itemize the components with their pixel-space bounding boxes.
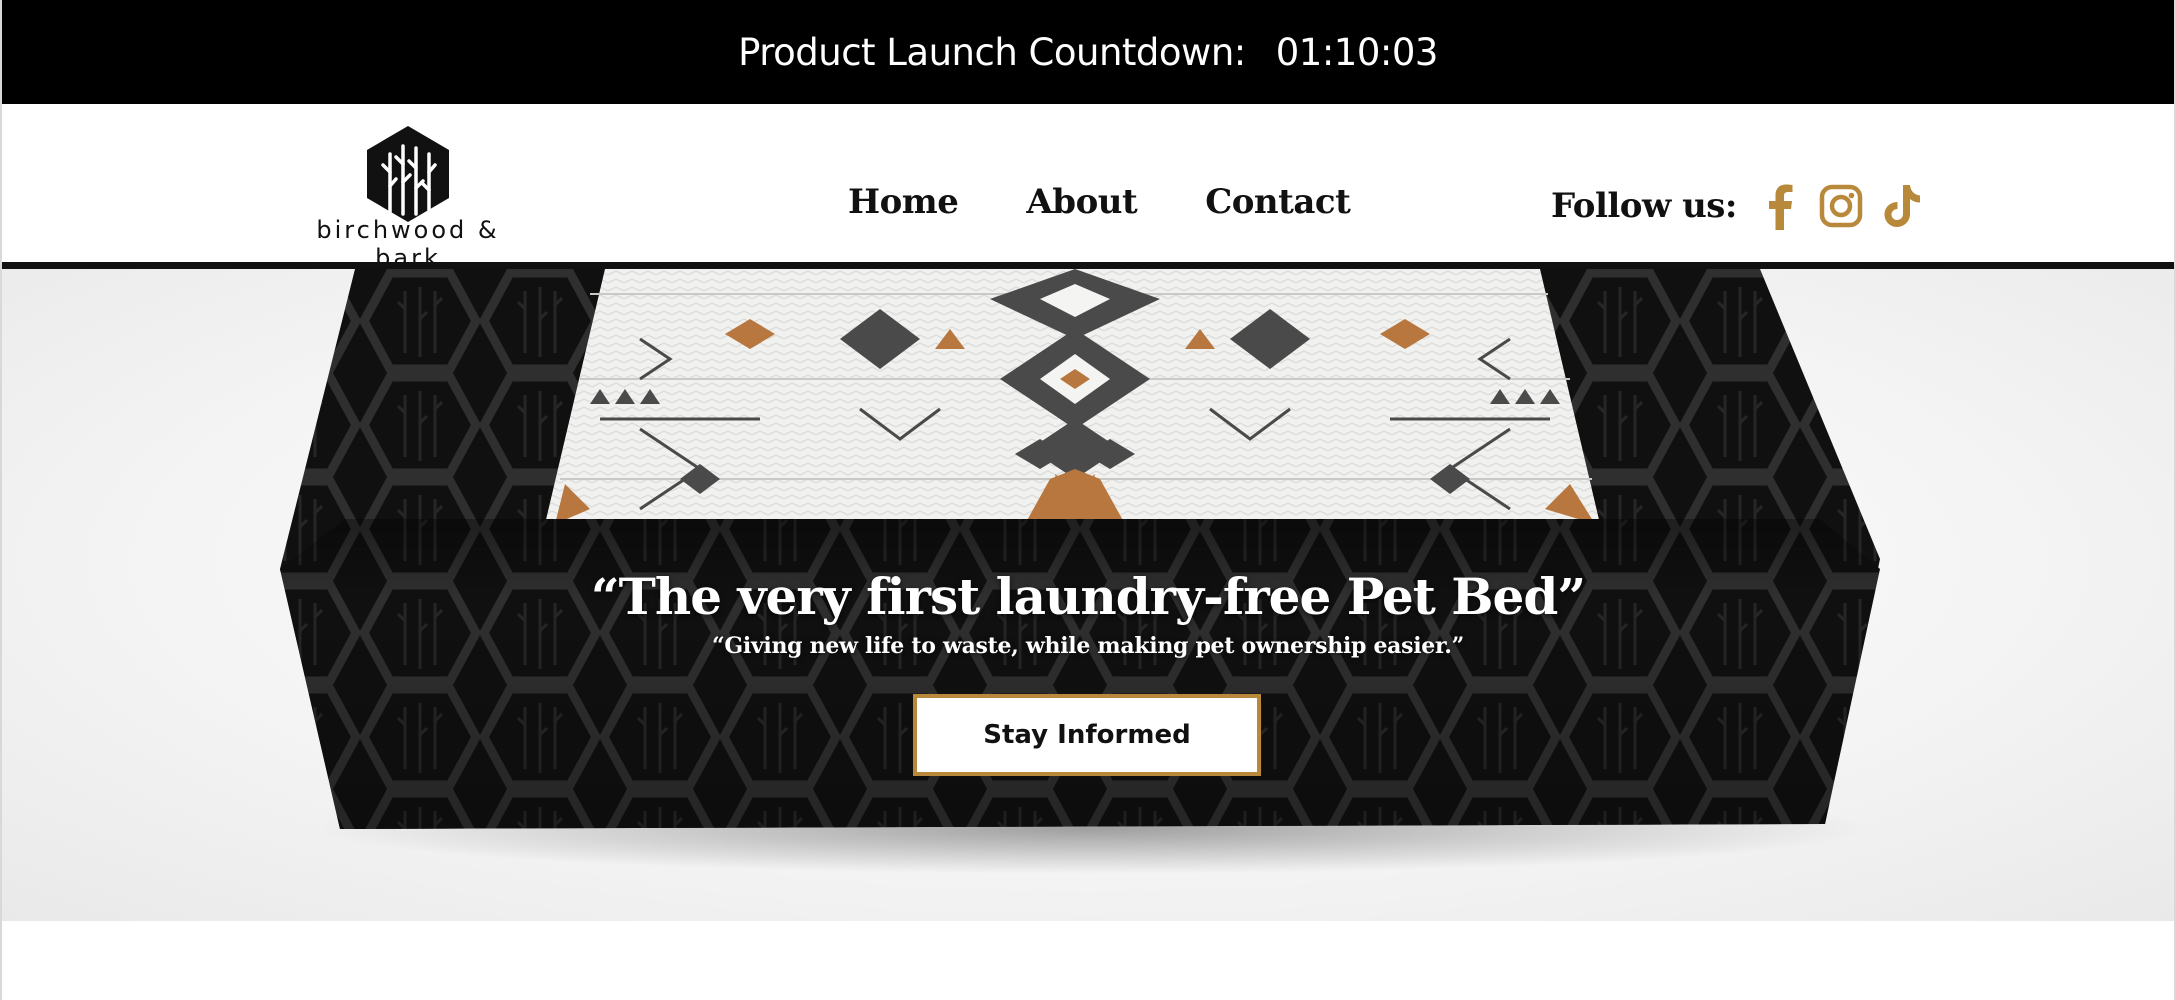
countdown-label: Product Launch Countdown: bbox=[738, 30, 1246, 74]
nav-about[interactable]: About bbox=[1026, 182, 1137, 222]
facebook-icon[interactable] bbox=[1759, 182, 1803, 230]
hero-title: “The very first laundry-free Pet Bed” bbox=[590, 567, 1586, 626]
stay-informed-button[interactable]: Stay Informed bbox=[913, 694, 1261, 776]
countdown-timer: 01:10:03 bbox=[1275, 30, 1439, 74]
instagram-icon[interactable] bbox=[1819, 182, 1863, 230]
hero-section: “The very first laundry-free Pet Bed” “G… bbox=[0, 269, 2176, 921]
hero-subtitle: “Giving new life to waste, while making … bbox=[712, 633, 1464, 659]
nav-contact[interactable]: Contact bbox=[1205, 182, 1351, 222]
content-area bbox=[0, 921, 2176, 1000]
tiktok-icon[interactable] bbox=[1879, 182, 1923, 230]
nav-home[interactable]: Home bbox=[848, 182, 959, 222]
main-nav: Home About Contact bbox=[848, 182, 1351, 222]
social-links: Follow us: bbox=[1551, 182, 1939, 230]
follow-us-label: Follow us: bbox=[1551, 186, 1737, 226]
header-divider bbox=[0, 262, 2176, 269]
countdown-banner: Product Launch Countdown: 01:10:03 bbox=[0, 0, 2176, 104]
